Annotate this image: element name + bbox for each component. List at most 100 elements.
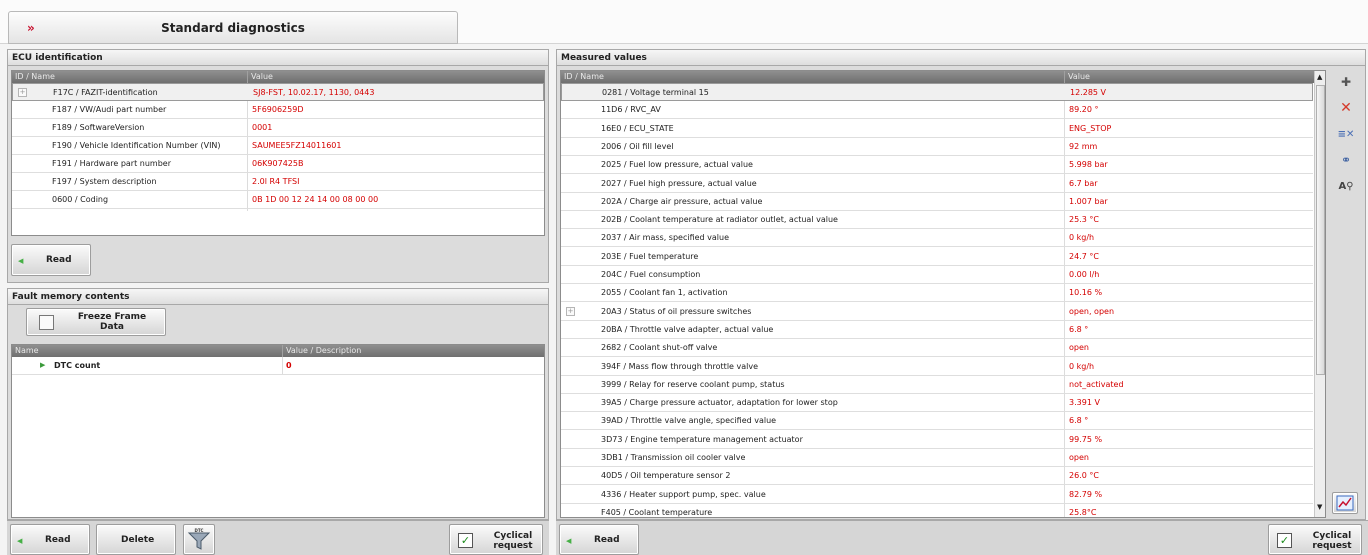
measured-row[interactable]: +20A3 / Status of oil pressure switches o… xyxy=(561,303,1313,321)
ecu-row[interactable]: + F17C / FAZIT-identification SJ8-FST, 1… xyxy=(12,83,544,101)
cyclical-label-line2: request xyxy=(1312,541,1352,551)
ecu-row-name: F189 / SoftwareVersion xyxy=(52,123,145,132)
triangle-right-icon[interactable]: ▶ xyxy=(40,357,45,374)
measured-row[interactable]: 3DB1 / Transmission oil cooler valve open xyxy=(561,449,1313,467)
ecu-row[interactable]: F187 / VW/Audi part number 5F6906259D xyxy=(12,101,544,119)
measured-row[interactable]: 2027 / Fuel high pressure, actual value 6… xyxy=(561,175,1313,193)
measured-row[interactable]: 2037 / Air mass, specified value 0 kg/h xyxy=(561,229,1313,248)
measured-row[interactable]: 39A5 / Charge pressure actuator, adaptat… xyxy=(561,394,1313,413)
measured-row-value: 26.0 °C xyxy=(1069,471,1099,481)
measured-row-value: open, open xyxy=(1069,306,1115,316)
column-header-value[interactable]: Value xyxy=(251,71,273,83)
dtc-badge: DTC xyxy=(195,528,204,533)
measured-row[interactable]: 39AD / Throttle valve angle, specified v… xyxy=(561,412,1313,431)
fault-cyclical-request-button[interactable]: ✓ Cyclical request xyxy=(449,524,543,555)
measured-row-name: F405 / Coolant temperature xyxy=(601,507,713,517)
measured-row-value: 12.285 V xyxy=(1070,88,1107,97)
check-icon: ✓ xyxy=(1277,533,1292,548)
measured-row-value: 25.8°C xyxy=(1069,507,1097,517)
ecu-row[interactable]: F189 / SoftwareVersion 0001 xyxy=(12,119,544,137)
measured-row[interactable]: 204C / Fuel consumption 0.00 l/h xyxy=(561,266,1313,284)
measured-row-name: 203E / Fuel temperature xyxy=(601,251,699,261)
fault-read-label: Read xyxy=(45,534,71,545)
remove-icon[interactable]: ✕ xyxy=(1333,96,1359,120)
ecu-row-value: SJ8-FST, 10.02.17, 1130, 0443 xyxy=(253,88,375,97)
measured-row[interactable]: 3D73 / Engine temperature management act… xyxy=(561,431,1313,449)
measured-row-value: 0 kg/h xyxy=(1069,361,1095,371)
measured-row-name: 2027 / Fuel high pressure, actual value xyxy=(601,178,757,188)
fault-read-button[interactable]: ◀ Read xyxy=(10,524,90,555)
scroll-up-icon[interactable]: ▲ xyxy=(1317,73,1322,81)
measured-row-name: 2055 / Coolant fan 1, activation xyxy=(601,288,728,298)
fault-row[interactable]: ▶ DTC count 0 xyxy=(12,357,544,375)
measured-row[interactable]: 16E0 / ECU_STATE ENG_STOP xyxy=(561,120,1313,138)
scroll-down-icon[interactable]: ▼ xyxy=(1317,503,1322,511)
ecu-row-name: F17C / FAZIT-identification xyxy=(53,88,158,97)
measured-row-name: 2025 / Fuel low pressure, actual value xyxy=(601,160,753,170)
measured-row[interactable]: 20BA / Throttle valve adapter, actual va… xyxy=(561,321,1313,339)
measured-row-value: 89.20 ° xyxy=(1069,105,1099,115)
expand-icon[interactable]: + xyxy=(566,306,575,316)
column-header-value-description[interactable]: Value / Description xyxy=(286,345,361,357)
find-text-icon[interactable]: A⚲ xyxy=(1333,174,1359,198)
ecu-row-value: 5F6906259D xyxy=(252,105,304,114)
measured-read-button[interactable]: ◀ Read xyxy=(559,524,639,555)
column-header-value[interactable]: Value xyxy=(1068,71,1090,83)
measured-row[interactable]: 394F / Mass flow through throttle valve 0… xyxy=(561,358,1313,376)
measured-row[interactable]: 40D5 / Oil temperature sensor 2 26.0 °C xyxy=(561,467,1313,486)
ecu-row[interactable]: F191 / Hardware part number 06K907425B xyxy=(12,155,544,173)
measured-row-value: 6.8 ° xyxy=(1069,416,1089,426)
filter-icon: DTC xyxy=(187,528,211,550)
expand-icon[interactable]: + xyxy=(18,88,27,97)
measured-row-value: 0.00 l/h xyxy=(1069,270,1100,279)
measured-row-name: 11D6 / RVC_AV xyxy=(601,105,661,115)
measured-scrollbar[interactable]: ▲ ▼ xyxy=(1314,71,1325,517)
ecu-row[interactable]: 0600 / Coding 0B 1D 00 12 24 14 00 08 00… xyxy=(12,191,544,209)
delete-button[interactable]: Delete xyxy=(96,524,176,555)
measured-row-name: 40D5 / Oil temperature sensor 2 xyxy=(601,471,731,481)
measured-row[interactable]: 2006 / Oil fill level 92 mm xyxy=(561,138,1313,156)
measured-row-value: 0 kg/h xyxy=(1069,233,1095,243)
measured-row[interactable]: 203E / Fuel temperature 24.7 °C xyxy=(561,248,1313,266)
ecu-row-value: 2.0l R4 TFSI xyxy=(252,177,300,186)
ecu-row-name: F187 / VW/Audi part number xyxy=(52,105,167,114)
measured-row[interactable]: 4336 / Heater support pump, spec. value 8… xyxy=(561,486,1313,504)
measured-row[interactable]: 11D6 / RVC_AV 89.20 ° xyxy=(561,101,1313,120)
column-header-id-name[interactable]: ID / Name xyxy=(15,71,55,83)
measured-row[interactable]: 202B / Coolant temperature at radiator o… xyxy=(561,211,1313,230)
add-icon[interactable]: ✚ xyxy=(1333,70,1359,94)
measured-row[interactable]: 3999 / Relay for reserve coolant pump, s… xyxy=(561,376,1313,394)
freeze-frame-data-button[interactable]: Freeze Frame Data xyxy=(26,308,166,336)
scroll-thumb[interactable] xyxy=(1316,85,1325,375)
measured-row[interactable]: 2025 / Fuel low pressure, actual value 5.… xyxy=(561,156,1313,175)
standard-diagnostics-tab[interactable]: » Standard diagnostics xyxy=(8,11,458,44)
arrow-icon: ◀ xyxy=(18,257,24,265)
ecu-row[interactable]: F190 / Vehicle Identification Number (VI… xyxy=(12,137,544,155)
clear-all-icon[interactable]: ≡✕ xyxy=(1333,122,1359,146)
ecu-row-value: 06K907425B xyxy=(252,159,304,168)
measured-row[interactable]: F405 / Coolant temperature 25.8°C xyxy=(561,504,1313,517)
ecu-read-button[interactable]: ◀ Read xyxy=(11,244,91,276)
dtc-filter-button[interactable]: DTC xyxy=(183,524,215,555)
measured-row[interactable]: 2682 / Coolant shut-off valve open xyxy=(561,339,1313,358)
measured-row-value: open xyxy=(1069,453,1089,462)
measured-grid-header: ID / Name Value xyxy=(561,71,1325,83)
measured-row[interactable]: 202A / Charge air pressure, actual value… xyxy=(561,193,1313,211)
column-header-id-name[interactable]: ID / Name xyxy=(564,71,604,83)
measured-cyclical-request-button[interactable]: ✓ Cyclical request xyxy=(1268,524,1362,555)
measured-row-name: 2037 / Air mass, specified value xyxy=(601,233,730,243)
checkbox-icon xyxy=(39,315,54,330)
measured-row[interactable]: 0281 / Voltage terminal 15 12.285 V xyxy=(561,83,1313,101)
measured-row-name: 204C / Fuel consumption xyxy=(601,270,701,279)
column-header-name[interactable]: Name xyxy=(15,345,39,357)
measured-row-name: 3DB1 / Transmission oil cooler valve xyxy=(601,453,746,462)
measured-grid: ID / Name Value 0281 / Voltage terminal … xyxy=(560,70,1326,518)
ecu-row[interactable]: F197 / System description 2.0l R4 TFSI xyxy=(12,173,544,191)
arrow-icon: ◀ xyxy=(566,536,572,545)
chart-view-button[interactable] xyxy=(1332,492,1358,514)
measured-row[interactable]: 2055 / Coolant fan 1, activation 10.16 % xyxy=(561,284,1313,303)
measured-row-value: 25.3 °C xyxy=(1069,215,1099,225)
measured-row-value: 10.16 % xyxy=(1069,288,1103,298)
binoculars-icon[interactable]: ⚭ xyxy=(1333,148,1359,172)
ecu-row-name: F191 / Hardware part number xyxy=(52,159,171,168)
